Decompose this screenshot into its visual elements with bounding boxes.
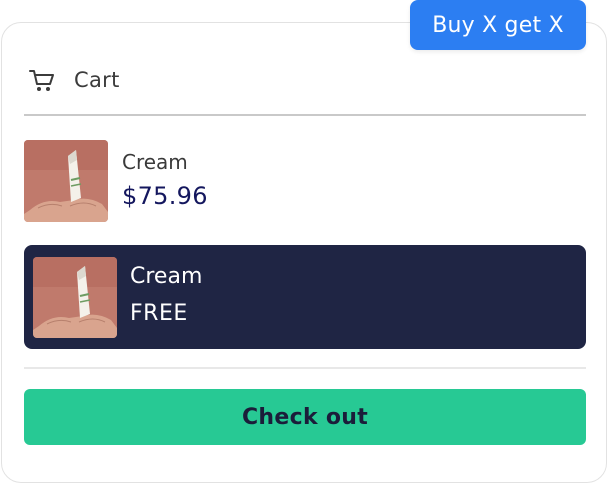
cart-icon [28, 66, 56, 94]
free-item-name: Cream [130, 264, 203, 289]
cart-title: Cart [74, 68, 120, 92]
item-price: $75.96 [122, 182, 208, 210]
product-thumbnail [24, 140, 108, 222]
badge-label: Buy X get X [432, 12, 564, 38]
buy-x-get-x-badge: Buy X get X [410, 0, 586, 50]
header-divider [24, 114, 586, 116]
cart-header: Cart [28, 66, 120, 94]
checkout-button[interactable]: Check out [24, 389, 586, 445]
footer-divider [24, 367, 586, 369]
free-item-price: FREE [130, 301, 188, 326]
free-item-row: Cream FREE [24, 245, 586, 349]
item-name: Cream [122, 150, 188, 174]
product-thumbnail [33, 257, 117, 338]
